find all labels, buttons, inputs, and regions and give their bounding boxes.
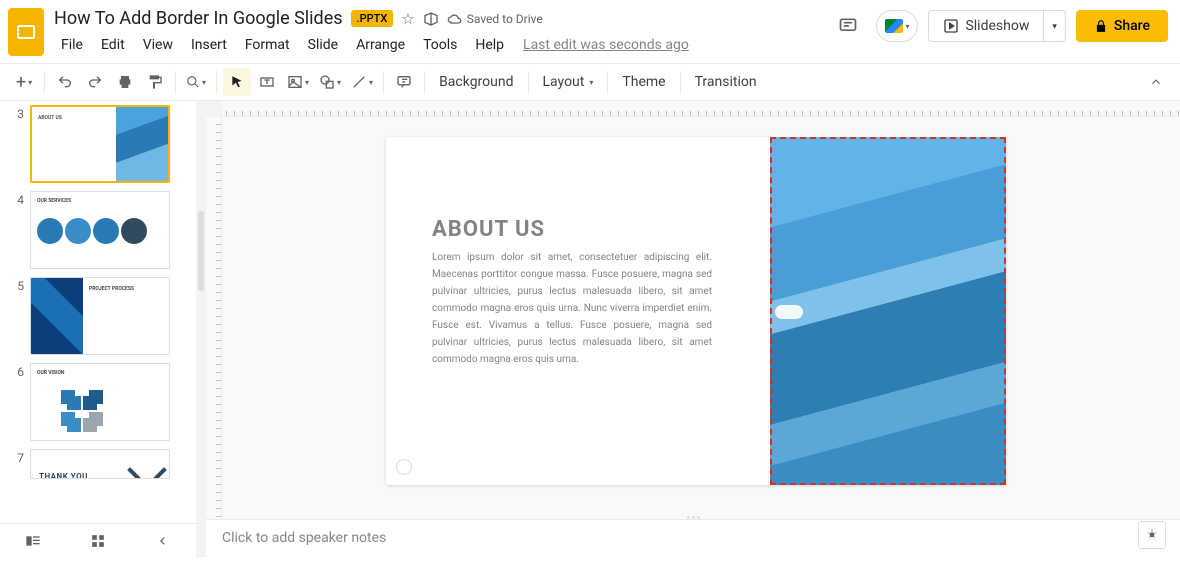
undo-icon[interactable] (51, 68, 79, 96)
menu-slide[interactable]: Slide (301, 33, 345, 57)
slides-app-icon[interactable] (8, 8, 44, 56)
thumb-title: ABOUT US (38, 115, 62, 121)
slide-body-text[interactable]: Lorem ipsum dolor sit amet, consectetuer… (432, 249, 712, 368)
textbox-icon[interactable] (253, 68, 281, 96)
slideshow-button[interactable]: Slideshow (928, 10, 1044, 42)
print-icon[interactable] (111, 68, 139, 96)
meet-button[interactable]: ▾ (876, 10, 918, 42)
thumb-number: 6 (14, 363, 24, 441)
menu-file[interactable]: File (54, 33, 90, 57)
thumb-number: 5 (14, 277, 24, 355)
explore-icon[interactable] (1138, 521, 1166, 549)
menu-insert[interactable]: Insert (184, 33, 234, 57)
thumb-number: 4 (14, 191, 24, 269)
slide-image[interactable] (770, 137, 1006, 485)
slide-filmstrip[interactable]: 3 ABOUT US 4 OUR SERVICES 5 PROJECT PROC… (0, 101, 196, 557)
menu-tools[interactable]: Tools (416, 33, 464, 57)
comment-icon[interactable] (390, 68, 418, 96)
move-icon[interactable] (423, 11, 439, 27)
star-icon[interactable]: ☆ (401, 10, 414, 28)
filetype-badge: .PPTX (351, 10, 394, 27)
thumb-slide-6[interactable]: OUR VISION (30, 363, 170, 441)
shape-icon[interactable] (315, 68, 345, 96)
doc-title[interactable]: How To Add Border In Google Slides (54, 8, 343, 29)
slide[interactable]: ABOUT US Lorem ipsum dolor sit amet, con… (386, 137, 1006, 485)
redo-icon[interactable] (81, 68, 109, 96)
cloud-saved[interactable]: Saved to Drive (447, 12, 543, 26)
thumb-slide-4[interactable]: OUR SERVICES (30, 191, 170, 269)
line-icon[interactable] (347, 68, 377, 96)
horizontal-ruler[interactable] (222, 101, 1180, 117)
menu-format[interactable]: Format (238, 33, 297, 57)
menu-edit[interactable]: Edit (94, 33, 132, 57)
slide-canvas[interactable]: ABOUT US Lorem ipsum dolor sit amet, con… (206, 117, 1180, 519)
last-edit-link[interactable]: Last edit was seconds ago (523, 37, 689, 53)
background-button[interactable]: Background (431, 74, 521, 90)
saved-text: Saved to Drive (467, 12, 543, 26)
filmstrip-footer (0, 523, 196, 557)
thumb-slide-7[interactable]: THANK YOU (30, 449, 170, 479)
grid-view-icon[interactable] (84, 527, 112, 555)
notes-resize-handle[interactable] (681, 516, 705, 524)
menu-view[interactable]: View (136, 33, 180, 57)
zoom-icon[interactable] (182, 68, 210, 96)
image-icon[interactable] (283, 68, 313, 96)
collapse-filmstrip-icon[interactable] (149, 527, 177, 555)
slide-nav-icon[interactable] (396, 459, 412, 475)
filmstrip-view-icon[interactable] (19, 527, 47, 555)
toolbar: + Background Layout Theme Transition (0, 63, 1180, 101)
slideshow-dropdown[interactable]: ▾ (1044, 10, 1066, 42)
meet-icon (885, 19, 903, 33)
share-button[interactable]: Share (1076, 10, 1168, 42)
thumb-title: OUR SERVICES (37, 198, 71, 204)
theme-button[interactable]: Theme (614, 74, 673, 90)
slideshow-label: Slideshow (965, 18, 1029, 34)
thumb-slide-3[interactable]: ABOUT US (30, 105, 170, 183)
slide-title[interactable]: ABOUT US (432, 217, 545, 242)
thumb-number: 7 (14, 449, 24, 479)
thumb-slide-5[interactable]: PROJECT PROCESS (30, 277, 170, 355)
share-label: Share (1114, 18, 1150, 34)
paint-format-icon[interactable] (141, 68, 169, 96)
new-slide-button[interactable]: + (10, 68, 38, 96)
menu-help[interactable]: Help (468, 33, 511, 57)
thumb-number: 3 (14, 105, 24, 183)
slide-editor: ABOUT US Lorem ipsum dolor sit amet, con… (206, 101, 1180, 557)
select-tool-icon[interactable] (223, 68, 251, 96)
header: How To Add Border In Google Slides .PPTX… (0, 0, 1180, 57)
filmstrip-scrollbar[interactable] (196, 101, 206, 557)
thumb-title: PROJECT PROCESS (89, 286, 134, 292)
speaker-notes[interactable]: Click to add speaker notes (206, 519, 1180, 557)
notes-placeholder: Click to add speaker notes (222, 530, 386, 546)
collapse-toolbar-icon[interactable] (1142, 68, 1170, 96)
menu-bar: File Edit View Insert Format Slide Arran… (54, 33, 830, 57)
thumb-title: OUR VISION (37, 370, 64, 376)
layout-button[interactable]: Layout (535, 74, 602, 90)
thumb-title: THANK YOU (39, 472, 88, 479)
comments-icon[interactable] (830, 8, 866, 44)
transition-button[interactable]: Transition (687, 74, 765, 90)
menu-arrange[interactable]: Arrange (349, 33, 412, 57)
